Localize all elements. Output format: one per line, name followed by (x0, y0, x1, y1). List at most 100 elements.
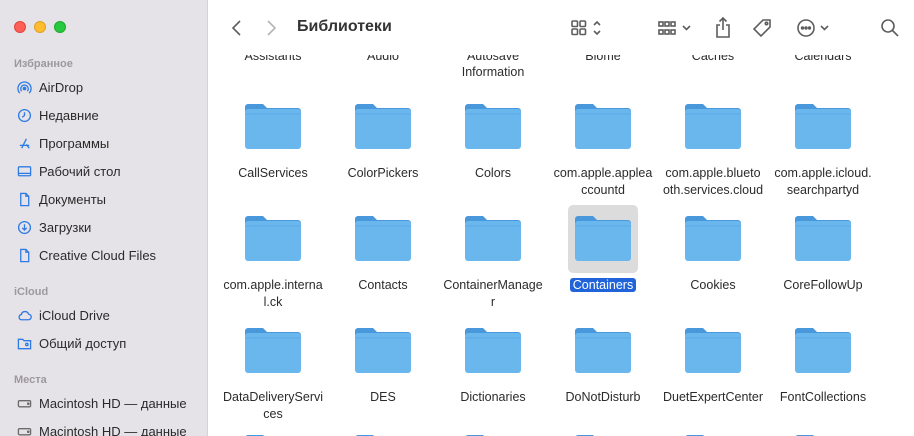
sidebar: Избранное AirDrop Недавние Программы Раб… (0, 0, 208, 436)
folder-label[interactable]: Cookies (652, 277, 774, 294)
folder-label[interactable]: DuetExpertCenter (652, 389, 774, 406)
shared-folder-icon (16, 335, 32, 351)
document-icon (16, 191, 32, 207)
sidebar-item-macintosh-hd-2[interactable]: Macintosh HD — данные (10, 418, 200, 436)
sidebar-section-favorites: Избранное (14, 58, 73, 70)
tag-button[interactable] (752, 15, 774, 41)
sidebar-item-label: Документы (39, 191, 107, 207)
folder-icon[interactable] (348, 317, 418, 385)
more-actions-button[interactable] (795, 15, 835, 41)
folder-icon[interactable] (458, 205, 528, 273)
view-mode-button[interactable] (567, 15, 607, 41)
file-grid: Assistants Audio Autosave Information Bi… (209, 55, 914, 436)
folder-icon[interactable] (788, 317, 858, 385)
folder-icon[interactable] (458, 317, 528, 385)
folder-label[interactable]: DataDeliveryServi ces (212, 389, 334, 422)
file-label[interactable]: Autosave Information (438, 55, 548, 80)
file-label[interactable]: Audio (328, 55, 438, 64)
folder-icon[interactable] (348, 93, 418, 161)
folder-label[interactable]: Dictionaries (432, 389, 554, 406)
forward-button[interactable] (261, 15, 281, 41)
folder-label[interactable]: Containers (542, 277, 664, 294)
chevron-right-icon (267, 20, 277, 36)
folder-icon[interactable] (793, 429, 853, 436)
group-button[interactable] (655, 15, 695, 41)
sidebar-item-macintosh-hd[interactable]: Macintosh HD — данные (10, 390, 200, 416)
file-label[interactable]: Caches (658, 55, 768, 64)
sidebar-item-label: Общий доступ (39, 335, 127, 351)
minimize-window-button[interactable] (34, 21, 46, 33)
folder-icon[interactable] (678, 317, 748, 385)
grid-view-icon (571, 20, 601, 36)
folder-icon[interactable] (678, 205, 748, 273)
folder-label[interactable]: Colors (432, 165, 554, 182)
folder-icon[interactable] (243, 429, 303, 436)
folder-icon[interactable] (353, 429, 413, 436)
folder-icon[interactable] (238, 317, 308, 385)
back-button[interactable] (227, 15, 247, 41)
folder-icon[interactable] (683, 429, 743, 436)
sidebar-item-label: Macintosh HD — данные (39, 423, 187, 436)
folder-label[interactable]: com.apple.applea ccountd (542, 165, 664, 198)
disk-icon (16, 423, 32, 436)
folder-label[interactable]: com.apple.icloud. searchpartyd (762, 165, 884, 198)
folder-icon[interactable] (238, 205, 308, 273)
file-label[interactable]: Assistants (218, 55, 328, 64)
disk-icon (16, 395, 32, 411)
folder-icon[interactable] (573, 429, 633, 436)
sidebar-item-icloud-drive[interactable]: iCloud Drive (10, 302, 200, 328)
folder-icon[interactable] (458, 93, 528, 161)
folder-icon[interactable] (568, 317, 638, 385)
folder-label[interactable]: com.apple.blueto oth.services.cloud (652, 165, 774, 198)
sidebar-item-recents[interactable]: Недавние (10, 102, 200, 128)
sidebar-item-label: Загрузки (39, 219, 92, 235)
sidebar-item-downloads[interactable]: Загрузки (10, 214, 200, 240)
sidebar-item-label: Creative Cloud Files (39, 247, 157, 263)
file-icon (16, 247, 32, 263)
folder-icon[interactable] (463, 429, 523, 436)
sidebar-item-creative-cloud[interactable]: Creative Cloud Files (10, 242, 200, 268)
share-icon (716, 17, 730, 38)
folder-label[interactable]: com.apple.interna l.ck (212, 277, 334, 310)
cloud-icon (16, 307, 32, 323)
sidebar-item-applications[interactable]: Программы (10, 130, 200, 156)
sidebar-item-label: Macintosh HD — данные (39, 395, 187, 411)
folder-label[interactable]: DES (322, 389, 444, 406)
sidebar-item-airdrop[interactable]: AirDrop (10, 74, 200, 100)
chevron-left-icon (231, 20, 241, 36)
folder-icon[interactable] (348, 205, 418, 273)
search-button[interactable] (879, 15, 901, 41)
folder-icon[interactable] (568, 93, 638, 161)
folder-icon[interactable] (678, 93, 748, 161)
folder-label[interactable]: ColorPickers (322, 165, 444, 182)
folder-label[interactable]: CoreFollowUp (762, 277, 884, 294)
sidebar-item-shared[interactable]: Общий доступ (10, 330, 200, 356)
folder-icon[interactable] (788, 93, 858, 161)
file-label[interactable]: Calendars (768, 55, 878, 64)
apps-icon (16, 135, 32, 151)
sidebar-item-desktop[interactable]: Рабочий стол (10, 158, 200, 184)
window-controls (14, 21, 66, 33)
folder-label[interactable]: Contacts (322, 277, 444, 294)
share-button[interactable] (712, 15, 734, 41)
group-icon (658, 21, 691, 35)
tag-icon (753, 19, 771, 38)
folder-label[interactable]: CallServices (212, 165, 334, 182)
close-window-button[interactable] (14, 21, 26, 33)
download-icon (16, 219, 32, 235)
search-icon (881, 19, 899, 37)
folder-label[interactable]: FontCollections (762, 389, 884, 406)
folder-label[interactable]: ContainerManage r (432, 277, 554, 310)
sidebar-section-icloud: iCloud (14, 286, 49, 298)
sidebar-item-label: Программы (39, 135, 110, 151)
folder-icon[interactable] (788, 205, 858, 273)
folder-icon[interactable] (238, 93, 308, 161)
folder-label[interactable]: DoNotDisturb (542, 389, 664, 406)
file-label[interactable]: Biome (548, 55, 658, 64)
sidebar-item-label: AirDrop (39, 79, 84, 95)
airdrop-icon (16, 79, 32, 95)
desktop-icon (16, 163, 32, 179)
zoom-window-button[interactable] (54, 21, 66, 33)
folder-icon[interactable] (568, 205, 638, 273)
sidebar-item-documents[interactable]: Документы (10, 186, 200, 212)
